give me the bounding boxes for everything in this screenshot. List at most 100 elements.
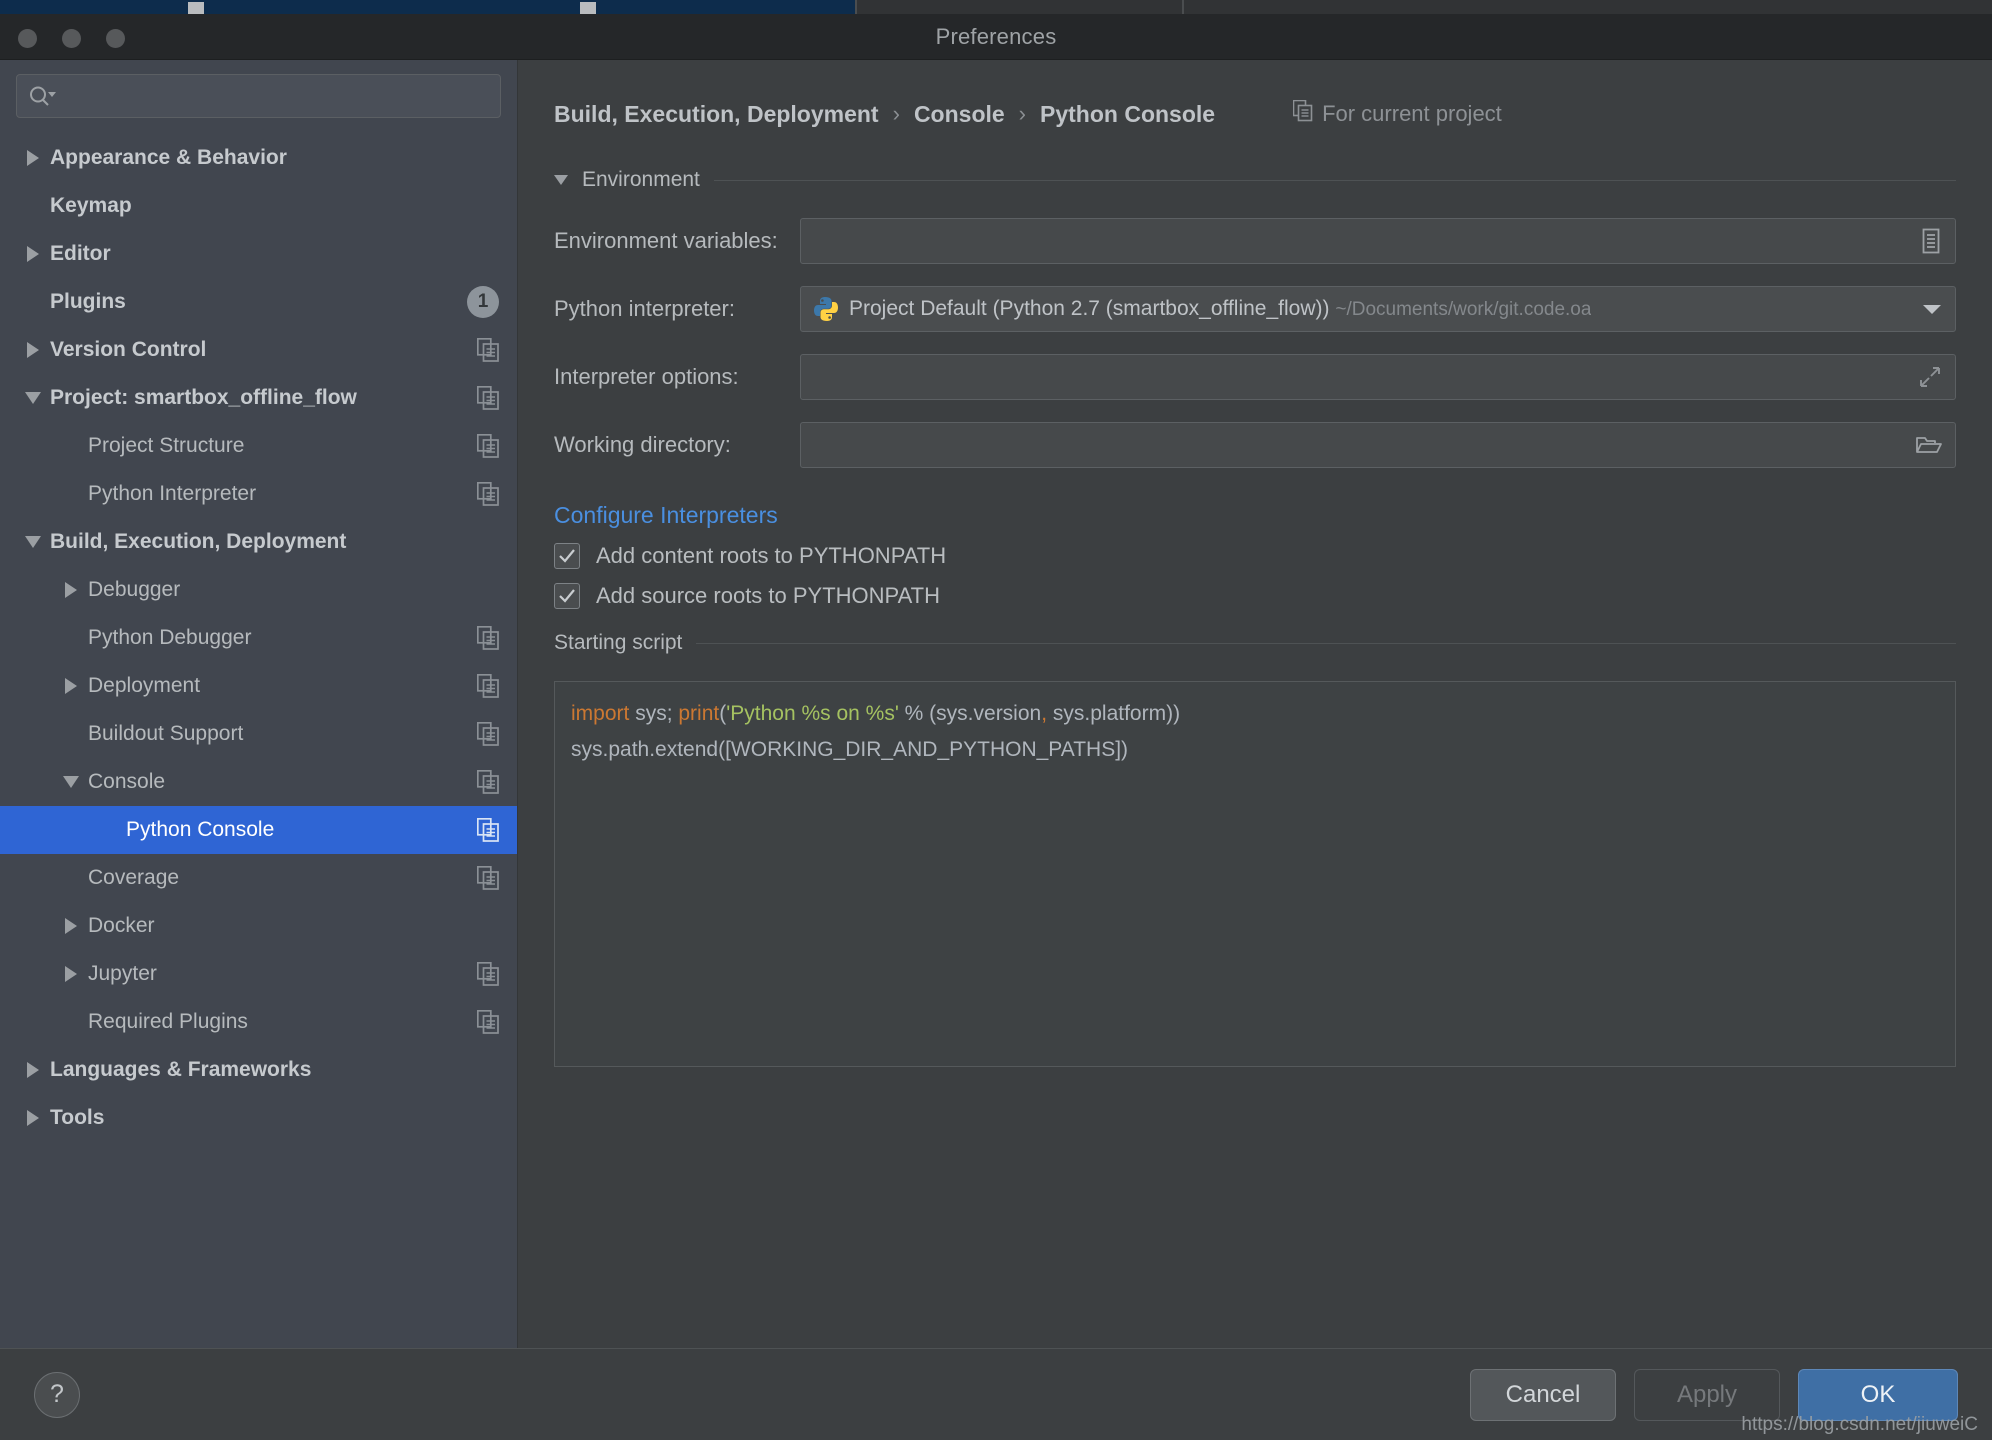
folder-icon[interactable] [1915, 433, 1943, 457]
sidebar-item-deployment[interactable]: Deployment [0, 662, 517, 710]
sidebar-item-docker[interactable]: Docker [0, 902, 517, 950]
breadcrumb-item-console[interactable]: Console [914, 101, 1005, 128]
working-directory-field[interactable] [800, 422, 1956, 468]
sidebar-item-console[interactable]: Console [0, 758, 517, 806]
chevron-right-icon[interactable] [16, 150, 50, 166]
breadcrumb-item-python-console: Python Console [1040, 100, 1216, 127]
chevron-right-icon[interactable] [54, 678, 88, 694]
sidebar-item-python-debugger[interactable]: Python Debugger [0, 614, 517, 662]
sidebar-item-label: Console [88, 770, 166, 793]
sidebar-item-trailing: 1 [467, 286, 499, 318]
add-content-roots-checkbox[interactable] [554, 543, 580, 569]
cancel-button[interactable]: Cancel [1470, 1368, 1616, 1421]
check-icon [559, 549, 575, 563]
sidebar-item-project-structure[interactable]: Project Structure [0, 422, 517, 470]
sidebar-item-trailing [477, 482, 499, 506]
starting-script-line-1: import sys; print('Python %s on %s' % (s… [571, 696, 1939, 732]
interpreter-options-label: Interpreter options: [554, 364, 739, 389]
sidebar-item-jupyter[interactable]: Jupyter [0, 950, 517, 998]
sidebar-item-debugger[interactable]: Debugger [0, 566, 517, 614]
interpreter-options-field[interactable] [800, 354, 1956, 400]
starting-script-editor[interactable]: import sys; print('Python %s on %s' % (s… [554, 681, 1956, 1067]
sidebar-item-build-execution-deployment[interactable]: Build, Execution, Deployment [0, 518, 517, 566]
environment-section-header[interactable]: Environment [554, 168, 1956, 192]
sidebar-item-label: Docker [88, 914, 155, 937]
sidebar-item-label: Deployment [88, 674, 201, 697]
chevron-down-icon[interactable] [54, 776, 88, 788]
environment-variables-field[interactable] [800, 218, 1956, 264]
copy-icon[interactable] [477, 818, 499, 842]
add-source-roots-checkbox-row[interactable]: Add source roots to PYTHONPATH [554, 583, 1956, 609]
copy-icon[interactable] [477, 434, 499, 458]
copy-icon[interactable] [477, 866, 499, 890]
list-icon[interactable] [1919, 227, 1943, 255]
chevron-right-icon[interactable] [16, 246, 50, 262]
breadcrumb-item-build[interactable]: Build, Execution, Deployment [554, 101, 879, 128]
breadcrumb-separator-1: › [892, 101, 900, 126]
expand-icon[interactable] [1917, 364, 1943, 390]
add-source-roots-checkbox[interactable] [554, 583, 580, 609]
environment-section-title: Environment [582, 168, 700, 191]
minimize-button[interactable] [62, 29, 81, 48]
sidebar-item-project-smartbox-offline-flow[interactable]: Project: smartbox_offline_flow [0, 374, 517, 422]
starting-script-line-2: sys.path.extend([WORKING_DIR_AND_PYTHON_… [571, 738, 1129, 761]
chevron-right-icon[interactable] [16, 342, 50, 358]
copy-icon[interactable] [477, 962, 499, 986]
sidebar-item-languages-frameworks[interactable]: Languages & Frameworks [0, 1046, 517, 1094]
search-field[interactable] [16, 74, 501, 118]
sidebar-item-python-console[interactable]: Python Console [0, 806, 517, 854]
chevron-right-icon[interactable] [54, 582, 88, 598]
chevron-right-icon[interactable] [54, 918, 88, 934]
sidebar-item-label: Project: smartbox_offline_flow [50, 386, 357, 409]
close-button[interactable] [18, 29, 37, 48]
chevron-right-icon[interactable] [16, 1062, 50, 1078]
chevron-down-icon [554, 175, 568, 185]
sidebar-item-editor[interactable]: Editor [0, 230, 517, 278]
window-title: Preferences [935, 23, 1057, 49]
configure-interpreters-link[interactable]: Configure Interpreters [554, 502, 778, 529]
footer-button-group: Cancel Apply OK [1470, 1368, 1958, 1421]
sidebar-item-coverage[interactable]: Coverage [0, 854, 517, 902]
python-interpreter-row: Python interpreter: Project Default (Pyt… [554, 286, 1956, 332]
chevron-right-icon[interactable] [16, 1110, 50, 1126]
copy-icon[interactable] [477, 482, 499, 506]
help-button[interactable]: ? [34, 1371, 80, 1418]
copy-icon[interactable] [477, 626, 499, 650]
sidebar-item-appearance-behavior[interactable]: Appearance & Behavior [0, 134, 517, 182]
chevron-down-icon[interactable] [1921, 302, 1943, 316]
settings-sidebar: Appearance & Behavior Keymap Editor Plugins… [0, 60, 518, 1348]
add-content-roots-checkbox-row[interactable]: Add content roots to PYTHONPATH [554, 543, 1956, 569]
sidebar-item-python-interpreter[interactable]: Python Interpreter [0, 470, 517, 518]
copy-icon[interactable] [477, 770, 499, 794]
chevron-down-icon[interactable] [16, 536, 50, 548]
sidebar-item-trailing [477, 770, 499, 794]
sidebar-item-buildout-support[interactable]: Buildout Support [0, 710, 517, 758]
python-interpreter-dropdown[interactable]: Project Default (Python 2.7 (smartbox_of… [800, 286, 1956, 332]
environment-variables-label: Environment variables: [554, 228, 778, 253]
sidebar-item-label: Python Interpreter [88, 482, 257, 505]
copy-icon[interactable] [477, 674, 499, 698]
sidebar-item-required-plugins[interactable]: Required Plugins [0, 998, 517, 1046]
ok-button[interactable]: OK [1798, 1368, 1958, 1421]
sidebar-item-keymap[interactable]: Keymap [0, 182, 517, 230]
zoom-button[interactable] [106, 29, 125, 48]
search-input[interactable] [61, 85, 490, 107]
copy-icon[interactable] [477, 386, 499, 410]
search-container [0, 74, 517, 132]
copy-icon[interactable] [477, 1010, 499, 1034]
sidebar-item-plugins[interactable]: Plugins 1 [0, 278, 517, 326]
working-directory-label: Working directory: [554, 432, 731, 457]
copy-icon[interactable] [477, 338, 499, 362]
chevron-down-icon[interactable] [16, 392, 50, 404]
sidebar-item-label: Required Plugins [88, 1010, 248, 1033]
copy-icon[interactable] [477, 722, 499, 746]
sidebar-item-version-control[interactable]: Version Control [0, 326, 517, 374]
sidebar-item-tools[interactable]: Tools [0, 1094, 517, 1142]
breadcrumb-separator-2: › [1018, 101, 1026, 126]
chevron-right-icon[interactable] [54, 966, 88, 982]
sidebar-item-trailing [477, 818, 499, 842]
sidebar-item-trailing [477, 1010, 499, 1034]
environment-variables-row: Environment variables: [554, 218, 1956, 264]
keyword-import: import [571, 702, 630, 725]
scope-indicator[interactable]: For current project [1292, 99, 1502, 128]
